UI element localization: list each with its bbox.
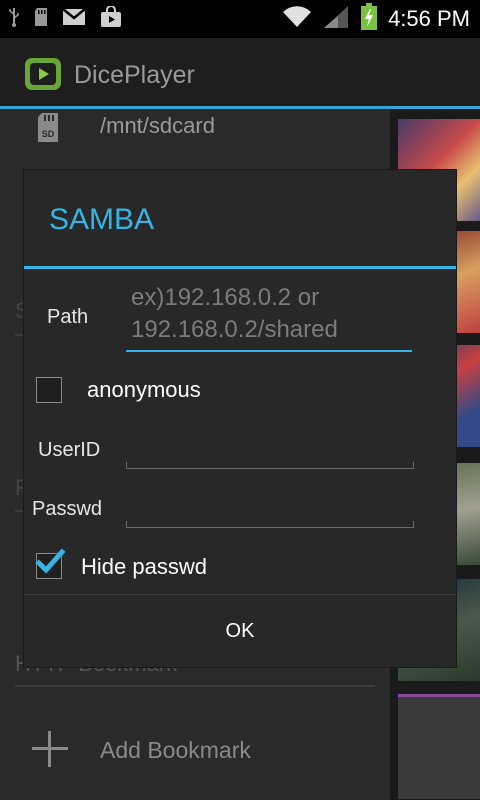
passwd-label: Passwd bbox=[32, 498, 103, 520]
app-title: DicePlayer bbox=[74, 61, 195, 89]
battery-charging-icon bbox=[360, 2, 378, 36]
dialog-title-divider bbox=[24, 266, 456, 269]
drawer-divider bbox=[15, 685, 375, 687]
path-input[interactable]: ex)192.168.0.2 or 192.168.0.2/shared bbox=[126, 278, 412, 352]
path-placeholder-line2: 192.168.0.2/shared bbox=[131, 316, 338, 343]
checkmark-icon bbox=[35, 548, 65, 574]
userid-label: UserID bbox=[38, 439, 101, 461]
video-thumbnail[interactable] bbox=[398, 694, 480, 799]
svg-text:SD: SD bbox=[42, 129, 55, 139]
status-bar: 4:56 PM bbox=[0, 0, 480, 38]
dialog-title: SAMBA bbox=[49, 203, 155, 236]
passwd-field[interactable] bbox=[126, 499, 414, 528]
sd-icon bbox=[34, 7, 48, 32]
sdcard-icon: SD bbox=[36, 112, 60, 149]
anonymous-checkbox[interactable] bbox=[36, 377, 62, 403]
signal-icon bbox=[322, 4, 350, 35]
path-label: Path bbox=[47, 306, 89, 328]
sdcard-path-item[interactable]: /mnt/sdcard bbox=[100, 113, 215, 139]
samba-dialog: SAMBA Path ex)192.168.0.2 or 192.168.0.2… bbox=[24, 170, 456, 667]
userid-field[interactable] bbox=[126, 440, 414, 469]
path-placeholder-line1: ex)192.168.0.2 or bbox=[131, 284, 320, 311]
app-logo-icon[interactable] bbox=[24, 57, 62, 91]
hide-passwd-checkbox[interactable] bbox=[35, 548, 65, 579]
add-bookmark-item[interactable]: Add Bookmark bbox=[100, 737, 251, 764]
ok-button[interactable]: OK bbox=[24, 595, 456, 667]
hide-passwd-label[interactable]: Hide passwd bbox=[81, 554, 207, 580]
action-bar: DicePlayer bbox=[0, 38, 480, 108]
wifi-icon bbox=[282, 5, 312, 34]
market-icon bbox=[100, 4, 122, 33]
usb-icon bbox=[8, 6, 20, 33]
gmail-icon bbox=[62, 7, 86, 31]
anonymous-label[interactable]: anonymous bbox=[87, 377, 201, 403]
add-icon[interactable] bbox=[32, 731, 68, 767]
clock: 4:56 PM bbox=[388, 6, 470, 31]
